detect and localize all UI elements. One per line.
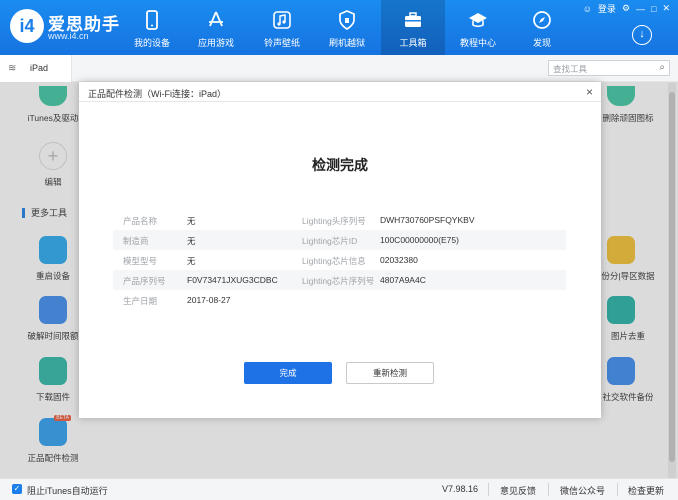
- field-label: 生产日期: [123, 296, 158, 306]
- nav-label: 刷机越狱: [328, 38, 365, 48]
- dialog-header: 正品配件检测（Wi-Fi连接：iPad） ×: [79, 82, 601, 102]
- field-value: DWH730760PSFQYKBV: [380, 215, 475, 225]
- nav-flash-jailbreak[interactable]: 刷机越狱: [315, 0, 379, 55]
- checkbox-label[interactable]: 阻止iTunes自动运行: [27, 484, 108, 497]
- wechat-link[interactable]: 微信公众号: [560, 484, 605, 497]
- field-value: 4807A9A4C: [380, 275, 426, 285]
- divider: [617, 483, 618, 496]
- info-row: 制造商 无 Lighting芯片ID 100C00000000(E75): [113, 230, 566, 250]
- field-label: Lighting头序列号: [302, 216, 366, 226]
- done-button[interactable]: 完成: [244, 362, 332, 384]
- search-input[interactable]: 查找工具 ⌕: [548, 60, 670, 76]
- status-bar: ✓ 阻止iTunes自动运行 V7.98.16 意见反馈 微信公众号 检查更新: [0, 478, 678, 500]
- field-label: Lighting芯片ID: [302, 236, 358, 246]
- field-value: 无: [187, 216, 196, 226]
- field-value: 无: [187, 236, 196, 246]
- close-window-button[interactable]: ✕: [662, 3, 670, 14]
- info-row: 产品序列号 F0V73471JXUG3CDBC Lighting芯片序列号 48…: [113, 270, 566, 290]
- device-name: iPad: [30, 63, 49, 73]
- divider: [488, 483, 489, 496]
- maximize-button[interactable]: □: [651, 4, 656, 14]
- nav-toolbox[interactable]: 工具箱: [381, 0, 445, 55]
- recheck-button[interactable]: 重新检测: [346, 362, 434, 384]
- field-label: 产品名称: [123, 216, 158, 226]
- nav-label: 应用游戏: [197, 38, 234, 48]
- compass-icon: [533, 11, 551, 29]
- minimize-button[interactable]: —: [636, 4, 645, 14]
- divider: [548, 483, 549, 496]
- app-store-icon: [209, 11, 223, 27]
- music-icon: [273, 11, 291, 29]
- wifi-icon: ≋: [8, 63, 17, 74]
- nav-ringtones-wallpapers[interactable]: 铃声壁纸: [250, 0, 314, 55]
- dialog-title: 正品配件检测（Wi-Fi连接：iPad）: [88, 89, 227, 99]
- field-label: 制造商: [123, 236, 149, 246]
- nav-label: 教程中心: [459, 38, 496, 48]
- download-icon[interactable]: ↓: [632, 25, 652, 45]
- logo-icon: i4: [10, 9, 44, 43]
- close-icon[interactable]: ×: [586, 85, 593, 99]
- shield-icon: [339, 10, 355, 30]
- nav-label: 铃声壁纸: [263, 38, 300, 48]
- check-update-link[interactable]: 检查更新: [628, 484, 664, 497]
- field-label: Lighting芯片序列号: [302, 276, 375, 286]
- field-label: Lighting芯片信息: [302, 256, 366, 266]
- search-icon[interactable]: ⌕: [659, 62, 665, 73]
- window-controls: ☺ 登录 ⚙ — □ ✕: [583, 2, 670, 15]
- version-text: V7.98.16: [442, 484, 479, 494]
- field-value: 100C00000000(E75): [380, 235, 459, 245]
- nav-label: 我的设备: [133, 38, 170, 48]
- feedback-link[interactable]: 意见反馈: [500, 484, 536, 497]
- field-label: 模型型号: [123, 256, 158, 266]
- info-row: 生产日期 2017-08-27: [113, 290, 566, 310]
- user-icon[interactable]: ☺: [583, 4, 592, 14]
- field-value: 02032380: [380, 255, 418, 265]
- settings-icon[interactable]: ⚙: [622, 3, 630, 14]
- nav-apps-games[interactable]: 应用游戏: [184, 0, 248, 55]
- result-heading: 检测完成: [312, 157, 368, 173]
- graduation-cap-icon: [469, 13, 487, 28]
- nav-label: 发现: [532, 38, 551, 48]
- device-bar: ≋ iPad 查找工具 ⌕: [0, 55, 678, 82]
- nav-tutorials[interactable]: 教程中心: [446, 0, 510, 55]
- phone-icon: [146, 10, 158, 30]
- nav-discover[interactable]: 发现: [510, 0, 574, 55]
- nav-my-device[interactable]: 我的设备: [120, 0, 184, 55]
- field-value: 2017-08-27: [187, 295, 231, 305]
- login-link[interactable]: 登录: [598, 2, 616, 15]
- nav-label: 工具箱: [399, 38, 427, 48]
- info-row: 模型型号 无 Lighting芯片信息 02032380: [113, 250, 566, 270]
- field-value: F0V73471JXUG3CDBC: [187, 275, 278, 285]
- app-url: www.i4.cn: [48, 31, 89, 41]
- device-tab[interactable]: ≋ iPad: [0, 55, 72, 82]
- block-itunes-checkbox[interactable]: ✓: [12, 484, 22, 494]
- field-label: 产品序列号: [123, 276, 166, 286]
- top-navigation-bar: i4 爱思助手 www.i4.cn 我的设备 应用游戏 铃声壁纸 刷机越狱 工具…: [0, 0, 678, 55]
- accessory-check-dialog: 正品配件检测（Wi-Fi连接：iPad） × 检测完成 产品名称 无 Light…: [79, 82, 601, 418]
- search-placeholder: 查找工具: [553, 64, 588, 74]
- field-value: 无: [187, 256, 196, 266]
- toolbox-icon: [405, 12, 421, 27]
- info-row: 产品名称 无 Lighting头序列号 DWH730760PSFQYKBV: [113, 210, 566, 230]
